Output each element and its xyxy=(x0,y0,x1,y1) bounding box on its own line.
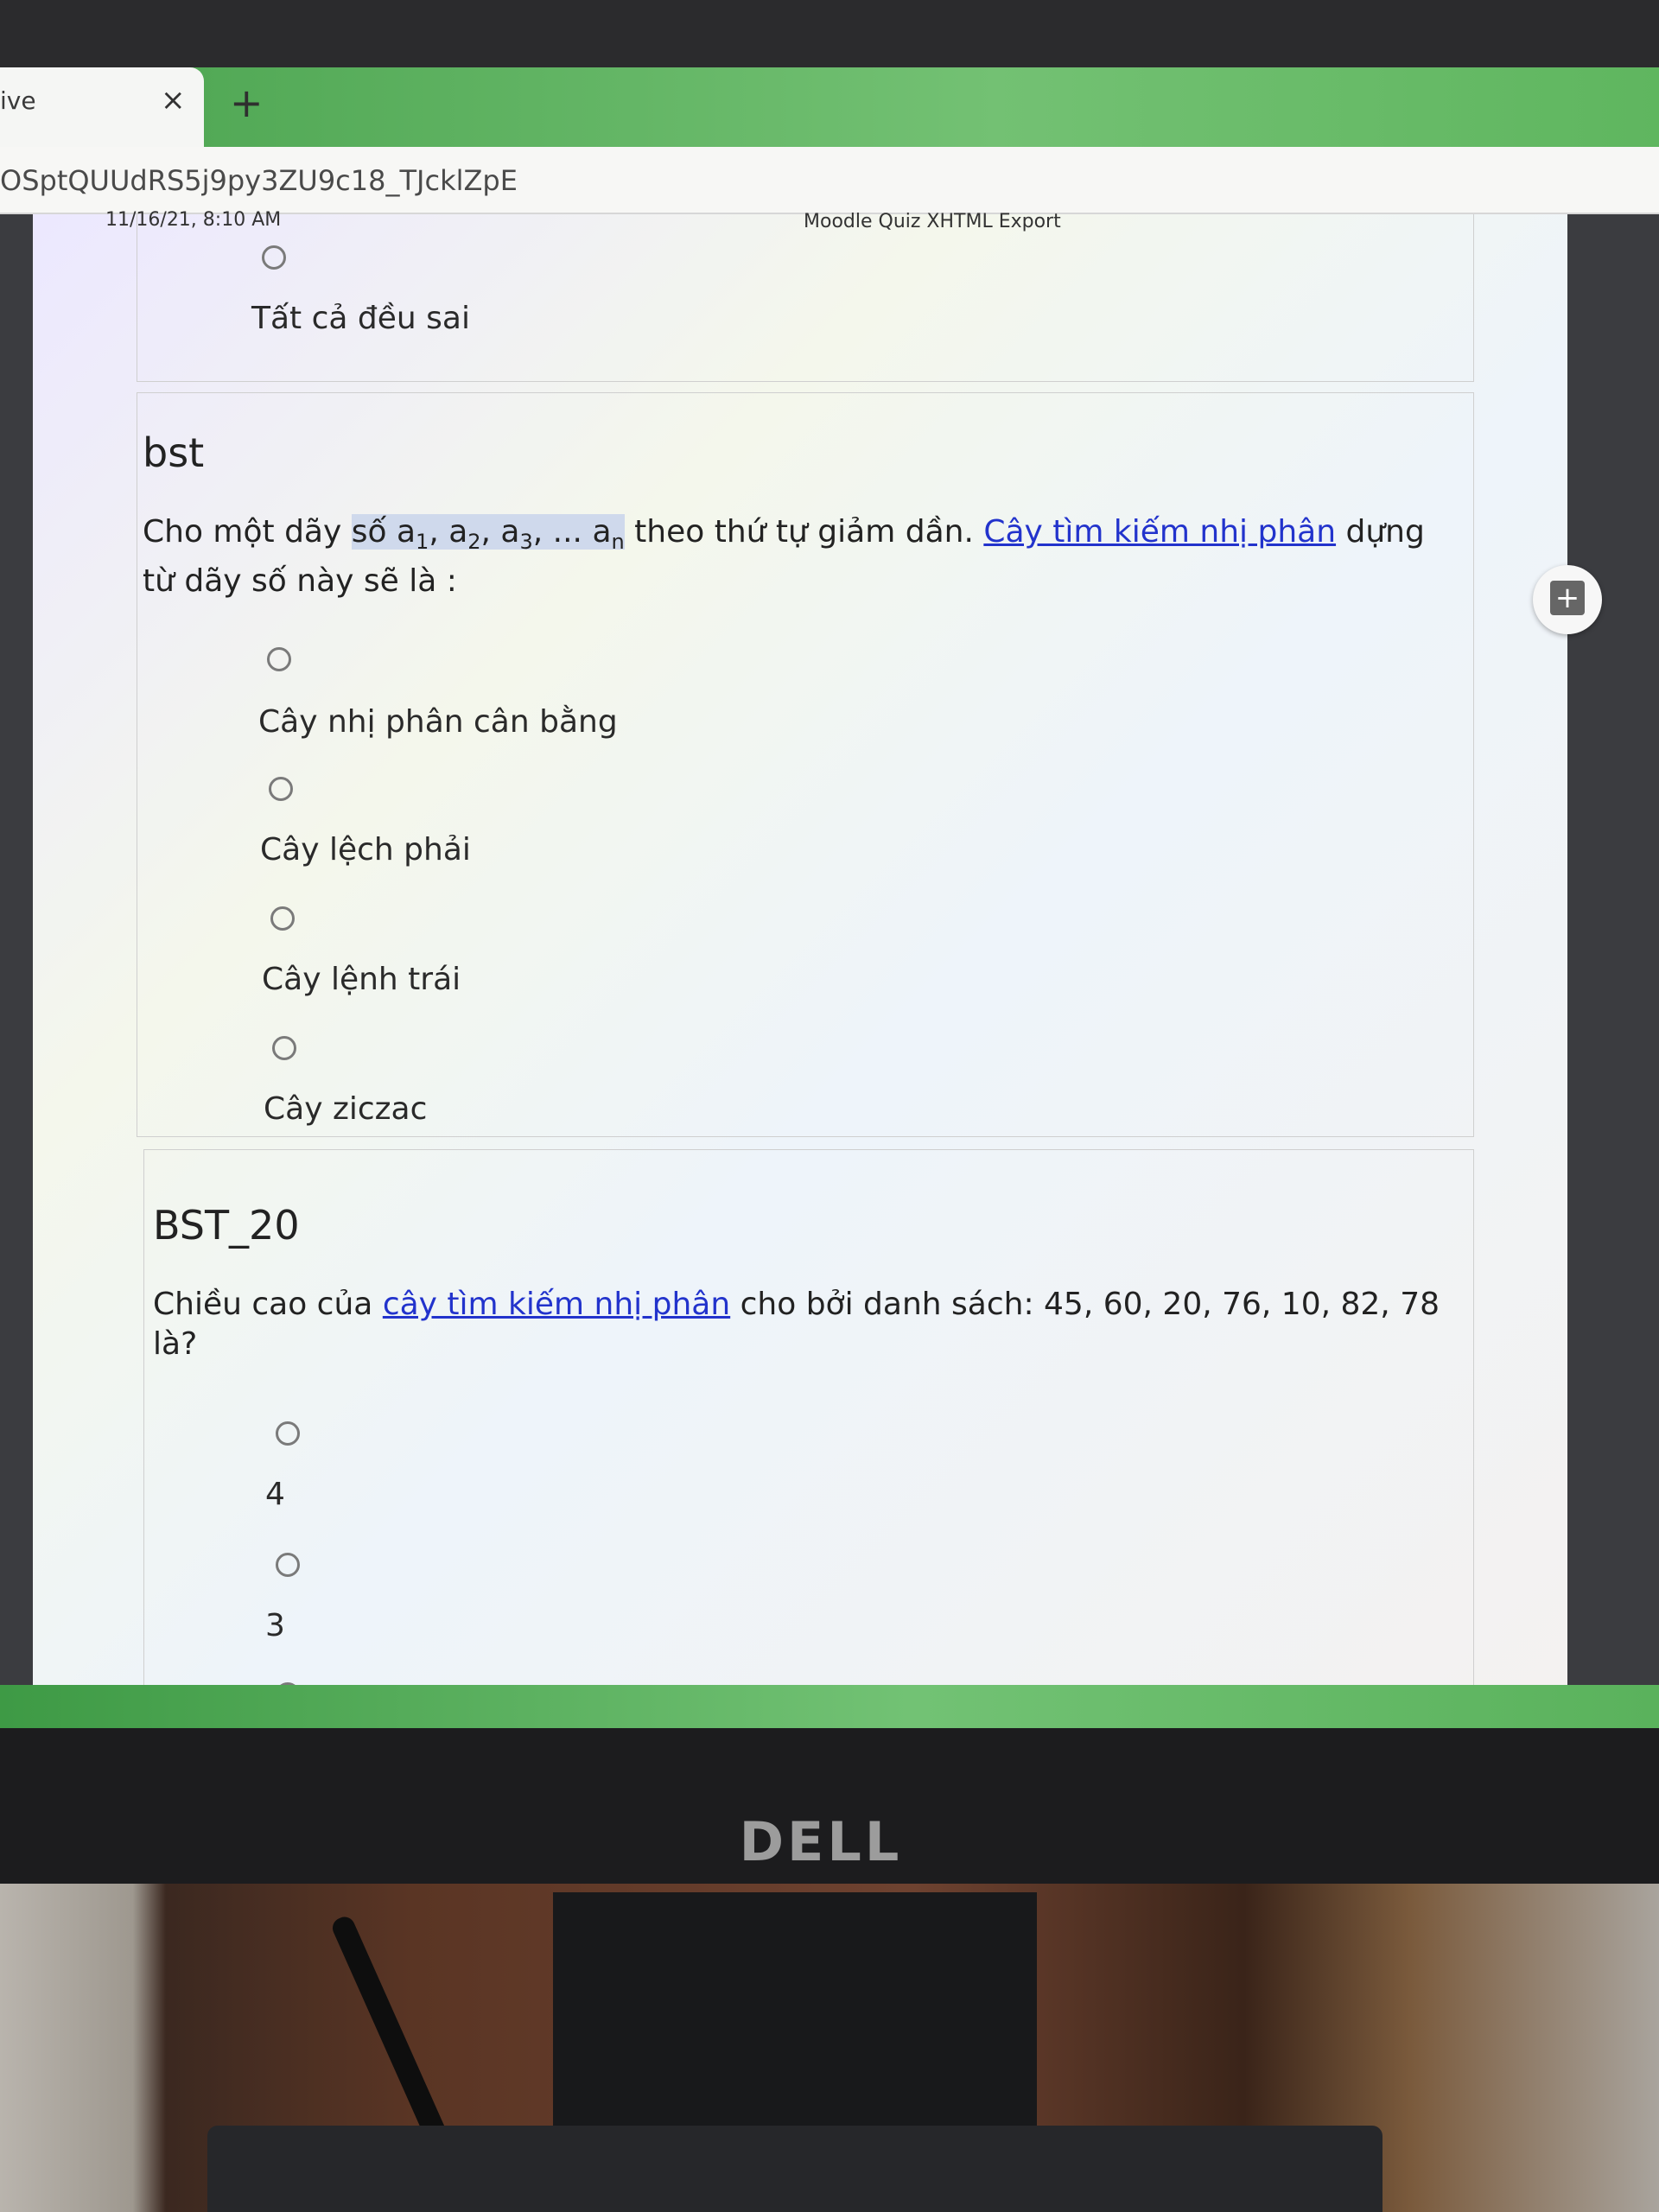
option-label: Cây ziczac xyxy=(264,1091,428,1127)
new-tab-icon[interactable]: + xyxy=(230,79,264,126)
browser-window: ive × + OSptQUUdRS5j9py3ZU9c18_TJcklZpE … xyxy=(0,67,1659,1773)
question-card: BST_20 Chiều cao của cây tìm kiếm nhị ph… xyxy=(143,1149,1474,1773)
radio-button[interactable] xyxy=(269,777,293,801)
browser-tab[interactable]: ive × xyxy=(0,67,204,147)
radio-button[interactable] xyxy=(270,906,295,931)
option-label: 4 xyxy=(265,1477,285,1512)
monitor-bezel-top xyxy=(0,0,1659,69)
monitor-stand-base xyxy=(207,2126,1382,2212)
question-text: Chiều cao của cây tìm kiếm nhị phân cho … xyxy=(153,1285,1466,1364)
address-bar[interactable]: OSptQUUdRS5j9py3ZU9c18_TJcklZpE xyxy=(0,147,1659,214)
glossary-link[interactable]: Cây tìm kiếm nhị phân xyxy=(983,514,1336,550)
radio-button[interactable] xyxy=(262,245,286,270)
option-label: Cây lệnh trái xyxy=(262,962,461,997)
question-title: bst xyxy=(143,429,205,476)
option-label: Cây lệch phải xyxy=(260,832,471,868)
tab-title: ive xyxy=(0,86,36,115)
plus-icon: + xyxy=(1550,581,1585,615)
page-viewport: 11/16/21, 8:10 AM Moodle Quiz XHTML Expo… xyxy=(0,209,1659,1773)
option-label: Cây nhị phân cân bằng xyxy=(258,704,618,740)
option-label: Tất cả đều sai xyxy=(251,301,470,336)
question-text-part: Cho một dãy xyxy=(143,514,352,550)
url-text[interactable]: OSptQUUdRS5j9py3ZU9c18_TJcklZpE xyxy=(0,164,518,197)
tab-strip: ive × + xyxy=(0,67,1659,147)
question-text: Cho một dãy số a1, a2, a3, ... an theo t… xyxy=(143,512,1456,601)
close-tab-icon[interactable]: × xyxy=(161,83,186,118)
side-panel xyxy=(1567,290,1659,1759)
previous-question-tail: Tất cả đều sai xyxy=(137,214,1474,382)
monitor-stand xyxy=(553,1892,1037,2160)
question-text-part: Chiều cao của xyxy=(153,1287,383,1322)
quiz-page: 11/16/21, 8:10 AM Moodle Quiz XHTML Expo… xyxy=(33,209,1567,1773)
glossary-link[interactable]: cây tìm kiếm nhị phân xyxy=(383,1287,730,1322)
add-button[interactable]: + xyxy=(1533,565,1602,634)
option-label: 3 xyxy=(265,1608,285,1643)
question-title: BST_20 xyxy=(153,1202,300,1249)
radio-button[interactable] xyxy=(272,1036,296,1060)
highlighted-sequence: số a1, a2, a3, ... an xyxy=(351,514,625,555)
question-text-part: theo thứ tự giảm dần. xyxy=(624,514,984,550)
question-card: bst Cho một dãy số a1, a2, a3, ... an th… xyxy=(137,392,1474,1137)
radio-button[interactable] xyxy=(276,1421,300,1446)
monitor-logo: DELL xyxy=(739,1810,903,1873)
radio-button[interactable] xyxy=(267,647,291,671)
radio-button[interactable] xyxy=(276,1553,300,1577)
